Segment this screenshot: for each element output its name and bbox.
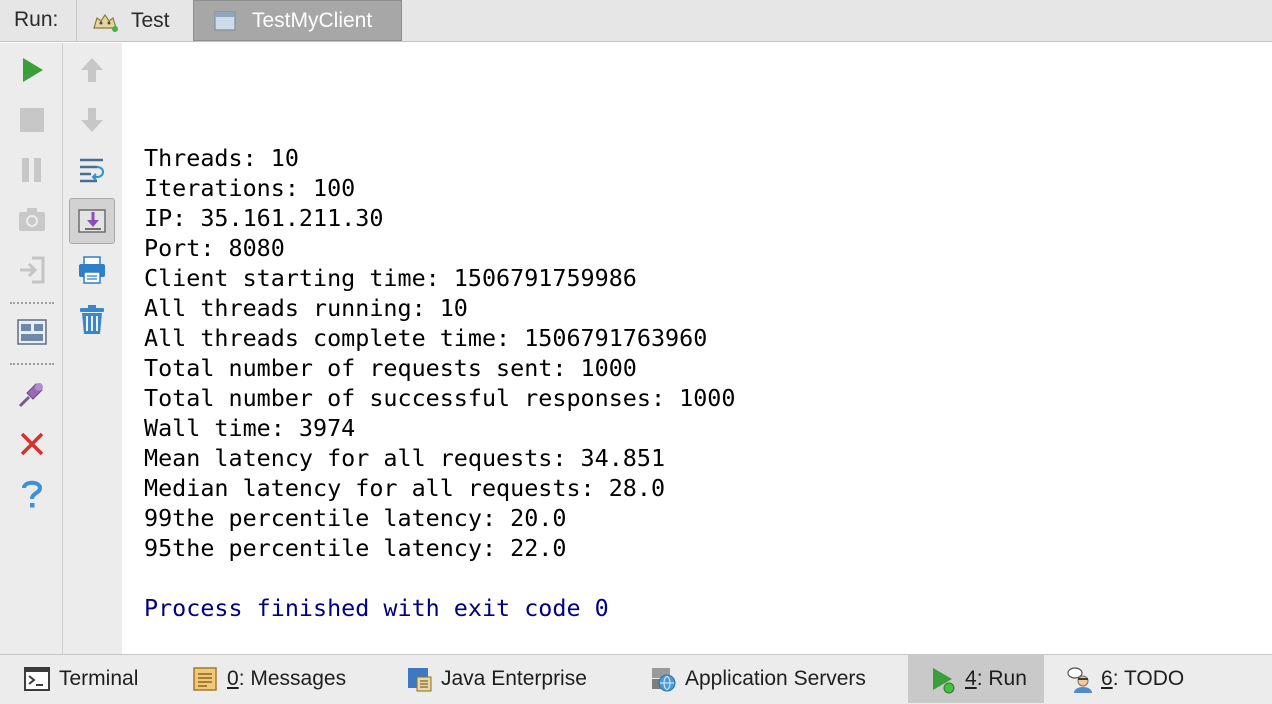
exit-button[interactable]	[12, 250, 52, 290]
java-enterprise-button[interactable]: Java Enterprise	[406, 655, 587, 703]
messages-icon	[192, 666, 218, 692]
help-button[interactable]	[12, 474, 52, 514]
todo-icon	[1066, 666, 1092, 693]
terminal-label: Terminal	[59, 667, 139, 690]
console-line: All threads running: 10	[144, 294, 468, 322]
java-enterprise-label: Java Enterprise	[441, 667, 587, 690]
tomcat-icon	[91, 9, 119, 33]
application-servers-icon	[650, 666, 676, 692]
console-line: Iterations: 100	[144, 174, 356, 202]
tab-testmyclient[interactable]: TestMyClient	[193, 0, 402, 41]
print-button[interactable]	[72, 250, 112, 290]
tab-test[interactable]: Test	[76, 0, 192, 41]
dump-threads-button[interactable]	[12, 200, 52, 240]
stop-icon	[20, 108, 44, 132]
messages-label: : Messages	[238, 667, 347, 690]
pin-tab-button[interactable]	[12, 374, 52, 414]
tab-testmyclient-label: TestMyClient	[252, 8, 373, 32]
console-line: Client starting time: 1506791759986	[144, 264, 637, 292]
console-actions-toolbar	[63, 43, 122, 654]
camera-icon	[19, 208, 45, 231]
messages-shortcut: 0	[227, 667, 239, 690]
console-line: Mean latency for all requests: 34.851	[144, 444, 666, 472]
console-line: Median latency for all requests: 28.0	[144, 474, 666, 502]
run-actions-toolbar	[0, 43, 63, 654]
restore-layout-button[interactable]	[12, 312, 52, 352]
run-label: : Run	[976, 667, 1027, 690]
console-line: All threads complete time: 1506791763960	[144, 324, 708, 352]
java-enterprise-icon	[406, 666, 432, 692]
console-line: Threads: 10	[144, 144, 299, 172]
toolbar-separator	[10, 363, 54, 365]
soft-wrap-icon	[80, 158, 104, 183]
run-tab-bar: Run: Test TestMyClient	[0, 0, 1272, 42]
run-label: Run:	[14, 8, 59, 31]
run-shortcut: 4	[965, 667, 977, 690]
toolbar-separator	[10, 302, 54, 304]
exit-icon	[20, 256, 45, 284]
console-output[interactable]: Threads: 10 Iterations: 100 IP: 35.161.2…	[122, 43, 1272, 654]
todo-label: : TODO	[1112, 667, 1185, 690]
help-icon	[22, 480, 43, 508]
soft-wrap-button[interactable]	[72, 150, 112, 190]
trash-icon	[80, 305, 104, 334]
pause-icon	[22, 158, 41, 182]
console-line: 99the percentile latency: 20.0	[144, 504, 567, 532]
scroll-to-end-button[interactable]	[69, 198, 115, 244]
pause-button[interactable]	[12, 150, 52, 190]
todo-button[interactable]: 6: TODO	[1066, 655, 1184, 703]
scroll-to-end-icon	[78, 209, 106, 233]
run-tool-button[interactable]: 4: Run	[908, 655, 1044, 703]
application-icon	[212, 9, 240, 33]
console-line: 95the percentile latency: 22.0	[144, 534, 567, 562]
up-arrow-icon	[81, 58, 103, 82]
run-icon	[930, 666, 956, 694]
down-arrow-icon	[81, 108, 103, 132]
terminal-button[interactable]: Terminal	[24, 655, 146, 703]
pin-icon	[18, 383, 43, 408]
console-line: Port: 8080	[144, 234, 285, 262]
run-icon	[23, 58, 43, 82]
tool-window-bar: Terminal 0: Messages Java Enterprise App…	[0, 654, 1272, 704]
console-line: Wall time: 3974	[144, 414, 356, 442]
todo-shortcut: 6	[1101, 667, 1113, 690]
close-icon	[20, 432, 44, 456]
rerun-button[interactable]	[12, 50, 52, 90]
up-button[interactable]	[72, 50, 112, 90]
messages-button[interactable]: 0: Messages	[192, 655, 346, 703]
close-button[interactable]	[12, 424, 52, 464]
console-line: IP: 35.161.211.30	[144, 204, 384, 232]
layout-icon	[17, 319, 47, 345]
console-line: Total number of successful responses: 10…	[144, 384, 736, 412]
tab-test-label: Test	[131, 8, 170, 32]
clear-all-button[interactable]	[72, 300, 112, 340]
stop-button[interactable]	[12, 100, 52, 140]
application-servers-label: Application Servers	[685, 667, 866, 690]
application-servers-button[interactable]: Application Servers	[650, 655, 866, 703]
down-button[interactable]	[72, 100, 112, 140]
terminal-icon	[24, 666, 50, 692]
print-icon	[79, 256, 105, 284]
console-lines: Threads: 10 Iterations: 100 IP: 35.161.2…	[144, 143, 735, 563]
console-line: Total number of requests sent: 1000	[144, 354, 637, 382]
process-exit-message: Process finished with exit code 0	[144, 594, 609, 622]
